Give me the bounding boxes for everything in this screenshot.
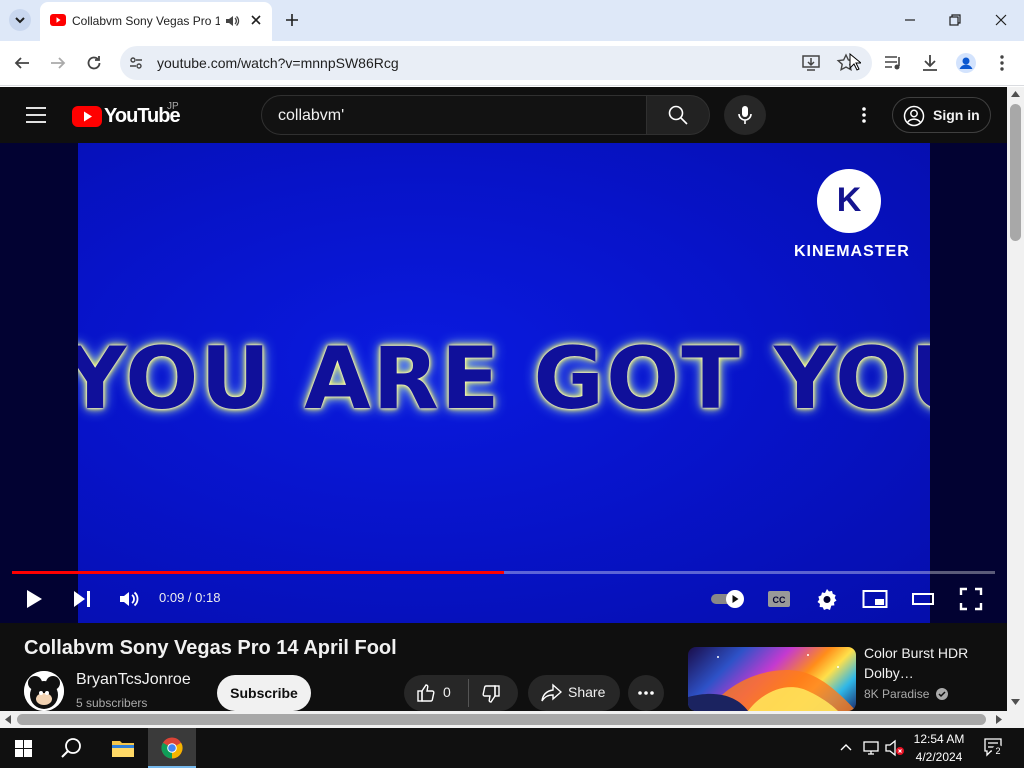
like-icon[interactable] [416,683,436,703]
settings-gear-icon[interactable] [815,587,839,611]
windows-start-icon[interactable] [15,740,32,757]
clock-time[interactable]: 12:54 AM [906,732,972,746]
restore-icon[interactable] [947,12,963,28]
vertical-scroll-thumb[interactable] [1010,104,1021,241]
progress-played [12,571,504,574]
subscribe-button[interactable]: Subscribe [217,675,311,711]
youtube-favicon-icon [50,14,66,26]
recommended-title[interactable]: Color Burst HDR Dolby… [864,643,994,683]
subscriber-count: 5 subscribers [76,696,148,710]
tray-overflow-icon[interactable] [840,742,852,752]
search-button[interactable] [646,95,710,135]
windows-taskbar: 12:54 AM 4/2/2024 2 [0,728,1024,768]
reload-icon[interactable] [85,54,103,72]
chrome-taskbar-button[interactable] [148,728,196,768]
install-app-icon[interactable] [802,54,822,72]
sign-in-label: Sign in [933,107,980,123]
like-divider [468,679,469,707]
dislike-icon[interactable] [481,684,501,704]
theater-mode-icon[interactable] [911,589,935,609]
channel-name[interactable]: BryanTcsJonroe [76,671,191,689]
sign-in-button[interactable]: Sign in [892,97,991,133]
active-tab[interactable]: Collabvm Sony Vegas Pro 1 [40,2,272,41]
profile-icon[interactable] [956,53,976,73]
browser-menu-icon[interactable] [994,53,1010,73]
recommended-channel[interactable]: 8K Paradise [864,687,948,701]
svg-text:CC: CC [773,595,786,605]
tab-search-button[interactable] [8,8,32,32]
hamburger-menu-icon[interactable] [26,106,46,124]
region-code: JP [167,101,179,112]
video-frame: YOU ARE GOT YOU K KINEMASTER [78,143,930,623]
close-window-icon[interactable] [993,12,1009,28]
media-control-icon[interactable] [884,54,904,72]
autoplay-toggle-icon[interactable] [710,589,746,609]
channel-avatar[interactable] [24,671,64,711]
kinemaster-letter: K [836,181,862,219]
play-icon[interactable] [24,589,44,609]
browser-toolbar: youtube.com/watch?v=mnnpSW86Rcg [0,41,1024,86]
kinemaster-watermark: KINEMASTER [794,243,910,260]
voice-search-button[interactable] [724,95,766,135]
scroll-left-arrow-icon[interactable] [5,715,11,724]
downloads-icon[interactable] [920,53,940,73]
recommended-thumbnail[interactable] [688,647,856,711]
video-title: Collabvm Sony Vegas Pro 14 April Fool [24,637,397,659]
mouse-cursor-icon [849,53,861,71]
address-bar[interactable]: youtube.com/watch?v=mnnpSW86Rcg [120,46,872,80]
site-info-icon[interactable] [128,55,144,71]
url-text: youtube.com/watch?v=mnnpSW86Rcg [157,55,399,71]
kinemaster-logo: K [817,169,881,233]
miniplayer-icon[interactable] [862,589,888,609]
tab-close-icon[interactable] [248,12,264,28]
account-circle-icon [903,105,925,127]
search-icon [668,105,688,125]
scroll-up-arrow-icon[interactable] [1011,91,1020,97]
notification-center-icon[interactable]: 2 [984,738,1006,758]
video-player[interactable]: YOU ARE GOT YOU K KINEMASTER 0:09 / 0:18… [0,143,1007,623]
next-icon[interactable] [72,589,92,609]
youtube-header: YouTube JP collabvm' Sign in [0,87,1007,143]
share-icon [540,683,562,703]
horizontal-scroll-thumb[interactable] [17,714,986,725]
youtube-page: YouTube JP collabvm' Sign in YOU ARE GOT… [0,87,1007,711]
volume-muted-icon[interactable] [885,739,905,757]
subscribe-label: Subscribe [230,685,298,701]
more-horizontal-icon [637,688,655,698]
search-input[interactable]: collabvm' [261,95,647,135]
tab-strip: Collabvm Sony Vegas Pro 1 [0,0,1024,41]
scroll-down-arrow-icon[interactable] [1011,699,1020,705]
fullscreen-icon[interactable] [959,587,983,611]
notification-count: 2 [992,745,1004,757]
search-query: collabvm' [278,107,345,124]
time-display: 0:09 / 0:18 [159,590,221,605]
youtube-logo[interactable]: YouTube JP [72,101,182,129]
network-icon[interactable] [862,740,880,756]
file-explorer-icon[interactable] [111,738,135,758]
verified-check-icon [935,688,948,700]
forward-icon[interactable] [49,54,67,72]
minimize-icon[interactable] [902,12,918,28]
more-actions-button[interactable] [628,675,664,711]
tab-title: Collabvm Sony Vegas Pro 1 [72,14,220,28]
share-label: Share [568,684,606,700]
chrome-icon [161,737,183,759]
back-icon[interactable] [13,54,31,72]
captions-icon[interactable]: CC [767,589,791,609]
scroll-right-arrow-icon[interactable] [996,715,1002,724]
like-count: 0 [443,684,451,700]
microphone-icon [737,105,753,125]
new-tab-icon[interactable] [284,12,300,28]
video-overlay-text: YOU ARE GOT YOU [78,329,930,429]
audio-playing-icon[interactable] [224,13,240,29]
video-details: Collabvm Sony Vegas Pro 14 April Fool Br… [0,623,1007,711]
volume-icon[interactable] [118,588,140,610]
clock-date[interactable]: 4/2/2024 [906,750,972,764]
settings-menu-icon[interactable] [857,105,871,125]
recommended-channel-name: 8K Paradise [864,687,930,701]
taskbar-search-icon[interactable] [61,737,83,759]
